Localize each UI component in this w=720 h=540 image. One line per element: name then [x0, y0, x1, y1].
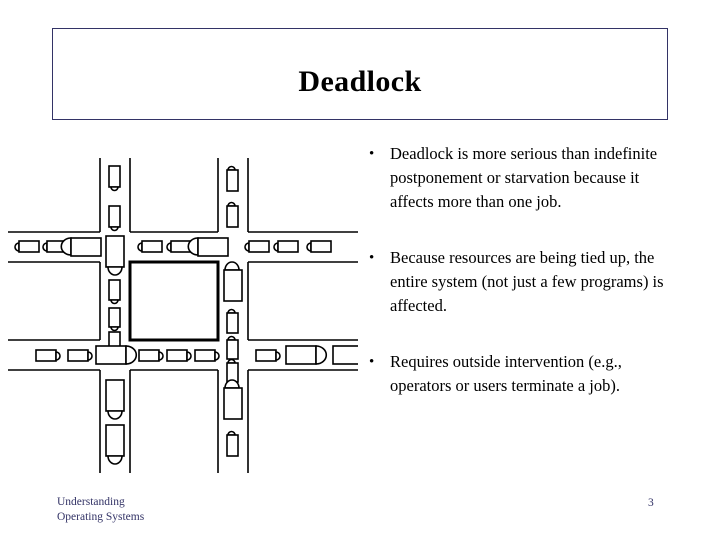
- car-northbound: [226, 205, 239, 228]
- car-southbound: [108, 279, 121, 301]
- car-northbound: [226, 339, 239, 360]
- car-westbound: [277, 240, 299, 253]
- car-nose: [107, 455, 123, 465]
- bullet-marker-icon: •: [369, 146, 375, 162]
- car-southbound: [105, 379, 125, 412]
- bullet-list: • Deadlock is more serious than indefini…: [366, 142, 676, 430]
- car-eastbound: [138, 349, 160, 362]
- southbound-cars: [105, 165, 125, 465]
- page-title: Deadlock: [298, 65, 422, 98]
- title-box: Deadlock: [52, 28, 668, 120]
- traffic-deadlock-svg: [8, 158, 358, 473]
- car-westbound: [310, 240, 332, 253]
- car-westbound: [197, 237, 229, 257]
- car-nose: [110, 326, 119, 332]
- bullet-marker-icon: •: [369, 250, 375, 266]
- car-southbound: [108, 205, 121, 228]
- northbound-cars: [223, 165, 243, 457]
- car-nose: [110, 299, 119, 305]
- car-nose: [110, 186, 119, 192]
- car-nose: [110, 226, 119, 232]
- car-eastbound: [35, 349, 57, 362]
- bullet-text-2: Because resources are being tied up, the…: [390, 248, 664, 315]
- westbound-cars: [14, 237, 332, 257]
- bullet-item-3: • Requires outside intervention (e.g., o…: [366, 350, 676, 398]
- car-westbound: [18, 240, 40, 253]
- eastbound-cars: [35, 345, 358, 365]
- bullet-marker-icon: •: [369, 354, 375, 370]
- car-northbound: [223, 387, 243, 420]
- car-eastbound: [194, 349, 216, 362]
- car-eastbound: [67, 349, 89, 362]
- footer-book-title: Understanding Operating Systems: [57, 496, 145, 523]
- car-westbound: [248, 240, 270, 253]
- car-northbound: [226, 312, 239, 334]
- car-nose: [214, 351, 220, 361]
- car-southbound: [105, 424, 125, 457]
- car-westbound: [70, 237, 102, 257]
- city-block: [128, 260, 220, 342]
- slide-canvas: Deadlock • Deadlock is more serious than…: [0, 0, 720, 540]
- car-nose: [158, 351, 164, 361]
- bullet-text-1: Deadlock is more serious than indefinite…: [390, 144, 658, 211]
- car-southbound: [108, 307, 121, 328]
- car-eastbound: [95, 345, 127, 365]
- car-westbound: [141, 240, 163, 253]
- bullet-item-2: • Because resources are being tied up, t…: [366, 246, 676, 318]
- car-southbound: [105, 235, 125, 268]
- car-nose: [186, 351, 192, 361]
- car-nose: [125, 345, 138, 365]
- car-northbound: [223, 269, 243, 302]
- car-nose: [55, 351, 61, 361]
- car-nose: [107, 266, 123, 276]
- bullet-text-3: Requires outside intervention (e.g., ope…: [390, 352, 622, 395]
- car-nose: [107, 410, 123, 420]
- car-eastbound: [255, 349, 277, 362]
- car-northbound: [226, 434, 239, 457]
- bullet-item-1: • Deadlock is more serious than indefini…: [366, 142, 676, 214]
- car-nose: [87, 351, 93, 361]
- car-northbound: [226, 362, 239, 383]
- car-nose: [275, 351, 281, 361]
- car-eastbound: [285, 345, 317, 365]
- car-nose: [224, 261, 240, 271]
- footer-page-number: 3: [648, 497, 654, 509]
- traffic-deadlock-diagram: [8, 158, 358, 473]
- car-northbound: [226, 169, 239, 192]
- car-southbound: [108, 165, 121, 188]
- car-nose: [224, 379, 240, 389]
- car-eastbound: [332, 345, 358, 365]
- car-nose: [315, 345, 328, 365]
- car-eastbound: [166, 349, 188, 362]
- road-network: [8, 158, 358, 473]
